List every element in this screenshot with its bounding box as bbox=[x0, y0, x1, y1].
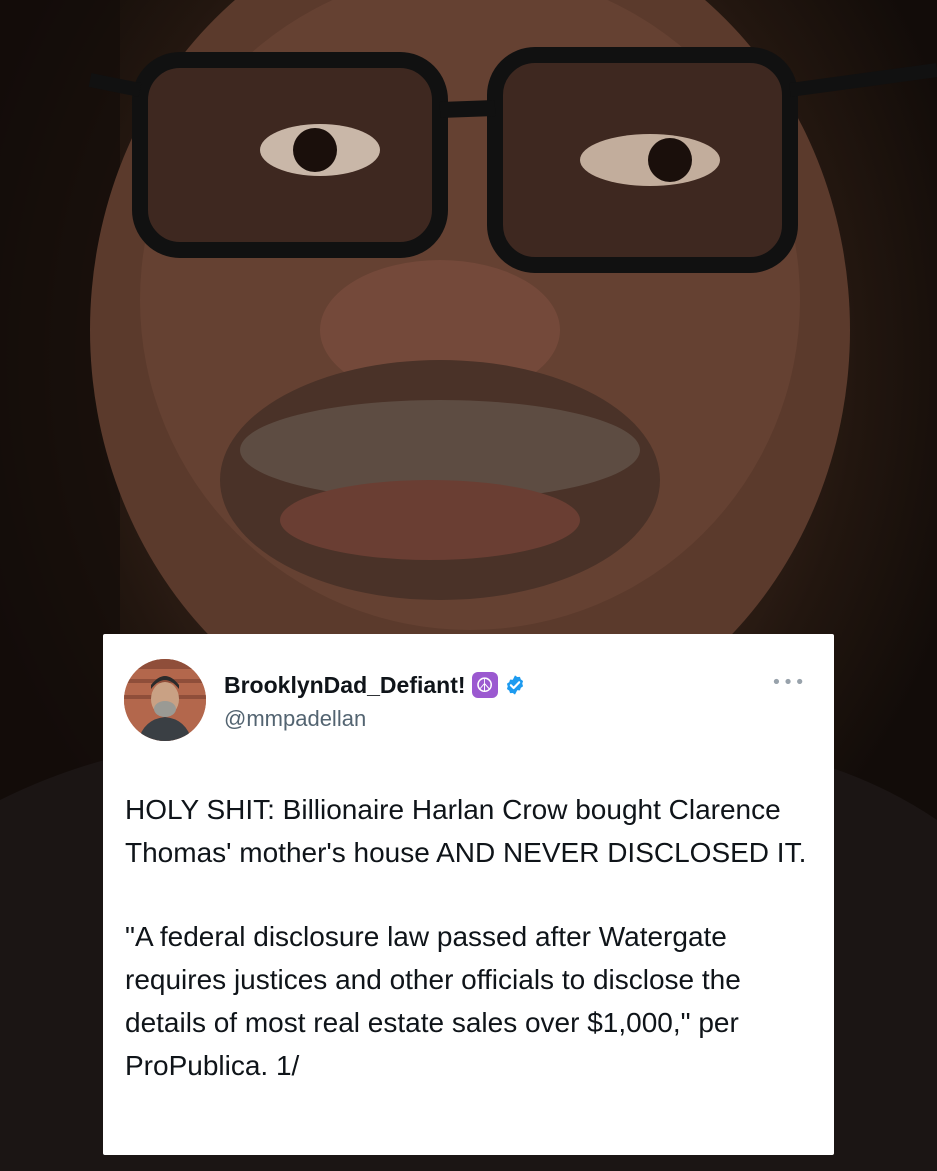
tweet-card[interactable]: BrooklynDad_Defiant! ☮ @mmpadellan ••• H… bbox=[103, 634, 834, 1155]
verified-badge-icon bbox=[506, 675, 523, 695]
tweet-paragraph-1: HOLY SHIT: Billionaire Harlan Crow bough… bbox=[125, 794, 807, 868]
author-name[interactable]: BrooklynDad_Defiant! bbox=[224, 672, 466, 699]
tweet-paragraph-2: "A federal disclosure law passed after W… bbox=[125, 921, 741, 1081]
author-row: BrooklynDad_Defiant! ☮ bbox=[224, 670, 526, 700]
peace-icon: ☮ bbox=[471, 672, 498, 698]
avatar-image bbox=[124, 659, 206, 741]
author-handle[interactable]: @mmpadellan bbox=[224, 706, 366, 732]
more-options-icon[interactable]: ••• bbox=[771, 672, 806, 693]
tweet-text: HOLY SHIT: Billionaire Harlan Crow bough… bbox=[125, 788, 815, 1087]
avatar[interactable] bbox=[124, 659, 206, 741]
